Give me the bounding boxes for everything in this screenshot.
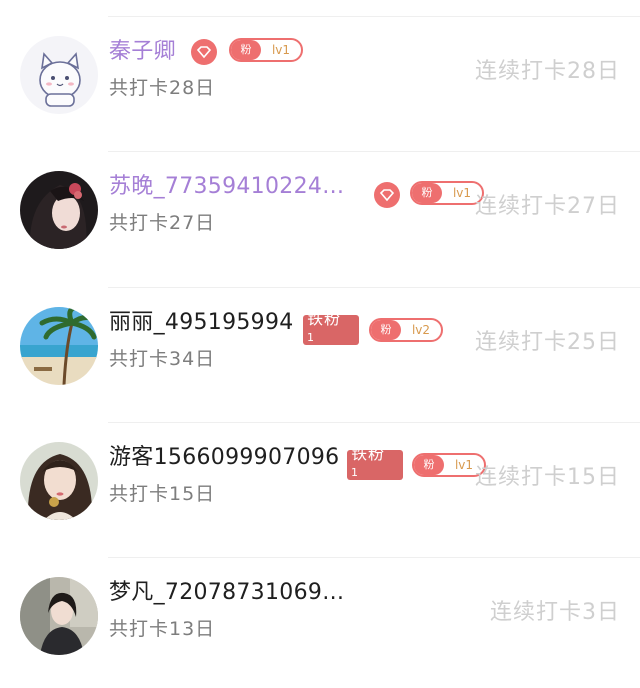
total-checkin: 共打卡15日 (109, 483, 216, 505)
list-item[interactable]: 游客1566099907096 铁粉 1 粉 lv1 共打卡15日 连续打卡15… (0, 410, 640, 520)
diamond-icon (374, 182, 400, 208)
fan-level-badge: 粉 lv1 (229, 38, 303, 62)
user-name[interactable]: 梦凡_72078731069… (109, 579, 344, 607)
streak-checkin: 连续打卡27日 (475, 194, 620, 219)
fan-badge-label: 粉 (371, 320, 401, 340)
fan-badge-level: lv2 (411, 323, 431, 337)
beach-avatar[interactable] (20, 307, 98, 385)
iron-badge-count: 1 (351, 466, 358, 479)
girl-avatar[interactable] (20, 171, 98, 249)
diamond-icon (191, 39, 217, 65)
list-item[interactable]: 梦凡_72078731069… 共打卡13日 连续打卡3日 (0, 545, 640, 655)
fan-badge-label: 粉 (414, 455, 444, 475)
iron-fan-badge: 铁粉 1 (303, 315, 359, 345)
fan-level-badge: 粉 lv2 (369, 318, 443, 342)
iron-badge-count: 1 (307, 331, 314, 344)
person-avatar[interactable] (20, 577, 98, 655)
list-item[interactable]: 苏晚_77359410224… 粉 lv1 共打卡27日 连续打卡27日 (0, 139, 640, 249)
fan-badge-label: 粉 (412, 183, 442, 203)
user-name[interactable]: 游客1566099907096 (109, 444, 339, 472)
streak-checkin: 连续打卡3日 (490, 600, 620, 625)
fan-badge-label: 粉 (231, 40, 261, 60)
iron-badge-label: 铁粉 (307, 315, 342, 328)
streak-checkin: 连续打卡28日 (475, 59, 620, 84)
iron-fan-badge: 铁粉 1 (347, 450, 403, 480)
cat-avatar[interactable] (20, 36, 98, 114)
list-item[interactable]: 丽丽_495195994 铁粉 1 粉 lv2 共打卡34日 连续打卡25日 (0, 275, 640, 385)
list-item[interactable]: 秦子卿 粉 lv1 共打卡28日 连续打卡28日 (0, 4, 640, 114)
total-checkin: 共打卡27日 (109, 212, 216, 234)
streak-checkin: 连续打卡15日 (475, 465, 620, 490)
total-checkin: 共打卡34日 (109, 348, 216, 370)
user-name[interactable]: 秦子卿 (109, 38, 176, 66)
user-name[interactable]: 苏晚_77359410224… (109, 173, 344, 201)
total-checkin: 共打卡28日 (109, 77, 216, 99)
fan-badge-level: lv1 (271, 43, 291, 57)
streak-checkin: 连续打卡25日 (475, 330, 620, 355)
fan-level-badge: 粉 lv1 (410, 181, 484, 205)
woman-avatar[interactable] (20, 442, 98, 520)
user-name[interactable]: 丽丽_495195994 (109, 309, 294, 337)
total-checkin: 共打卡13日 (109, 618, 216, 640)
iron-badge-label: 铁粉 (351, 450, 386, 463)
